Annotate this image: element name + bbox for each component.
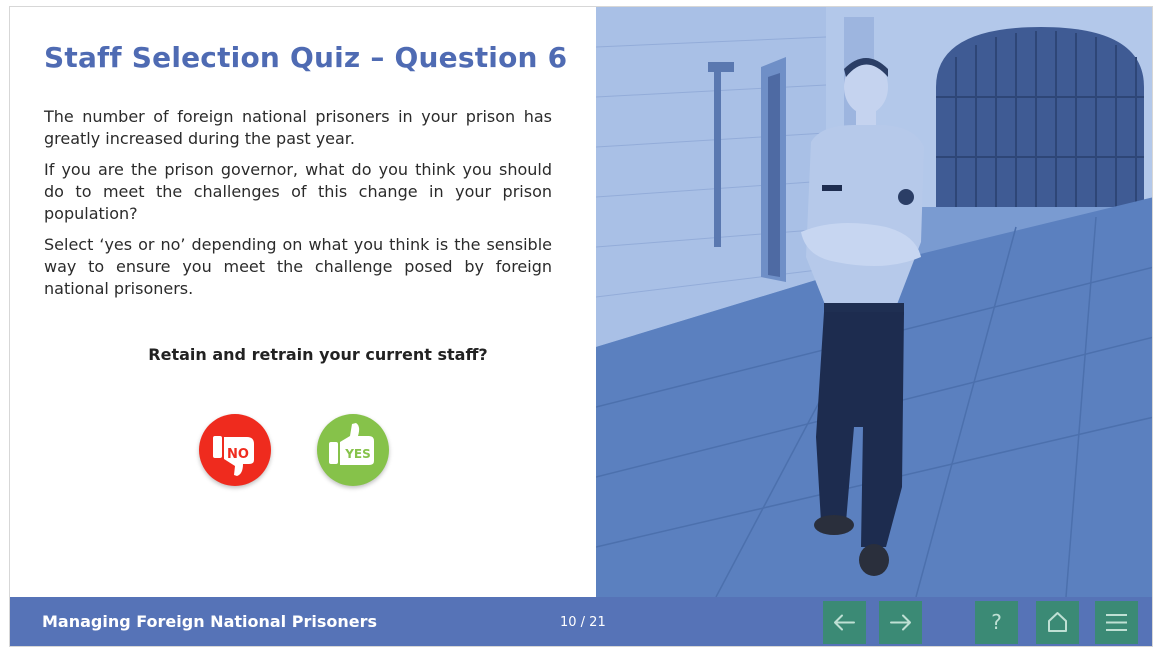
intro-paragraph: The number of foreign national prisoners…: [44, 107, 552, 148]
instruction-paragraph: Select ‘yes or no’ depending on what you…: [44, 235, 552, 298]
svg-text:YES: YES: [344, 447, 371, 461]
slide-frame: Staff Selection Quiz – Question 6 The nu…: [9, 6, 1153, 647]
page-counter: 10 / 21: [560, 615, 606, 630]
quiz-question: Retain and retrain your current staff?: [148, 345, 488, 364]
home-icon: [1048, 612, 1067, 632]
scenario-paragraph: If you are the prison governor, what do …: [44, 160, 552, 223]
arrow-right-icon: [890, 614, 911, 631]
prison-corridor-image: [596, 7, 1152, 597]
thumbs-down-icon: NO: [213, 436, 254, 476]
slide-title: Staff Selection Quiz – Question 6: [44, 41, 568, 74]
hamburger-menu-icon: [1106, 614, 1127, 631]
menu-button[interactable]: [1095, 601, 1138, 644]
slide-content: Staff Selection Quiz – Question 6 The nu…: [10, 7, 596, 597]
course-title: Managing Foreign National Prisoners: [42, 612, 377, 631]
question-mark-icon: ?: [991, 610, 1002, 634]
help-button[interactable]: ?: [975, 601, 1018, 644]
home-button[interactable]: [1036, 601, 1079, 644]
footer-bar: Managing Foreign National Prisoners 10 /…: [10, 597, 1152, 646]
svg-text:NO: NO: [227, 447, 249, 462]
thumbs-up-icon: YES: [329, 423, 374, 465]
yes-answer-button[interactable]: YES: [317, 414, 389, 486]
arrow-left-icon: [834, 614, 855, 631]
prison-officer-photo: [596, 7, 1152, 597]
next-button[interactable]: [879, 601, 922, 644]
no-answer-button[interactable]: NO: [199, 414, 271, 486]
previous-button[interactable]: [823, 601, 866, 644]
